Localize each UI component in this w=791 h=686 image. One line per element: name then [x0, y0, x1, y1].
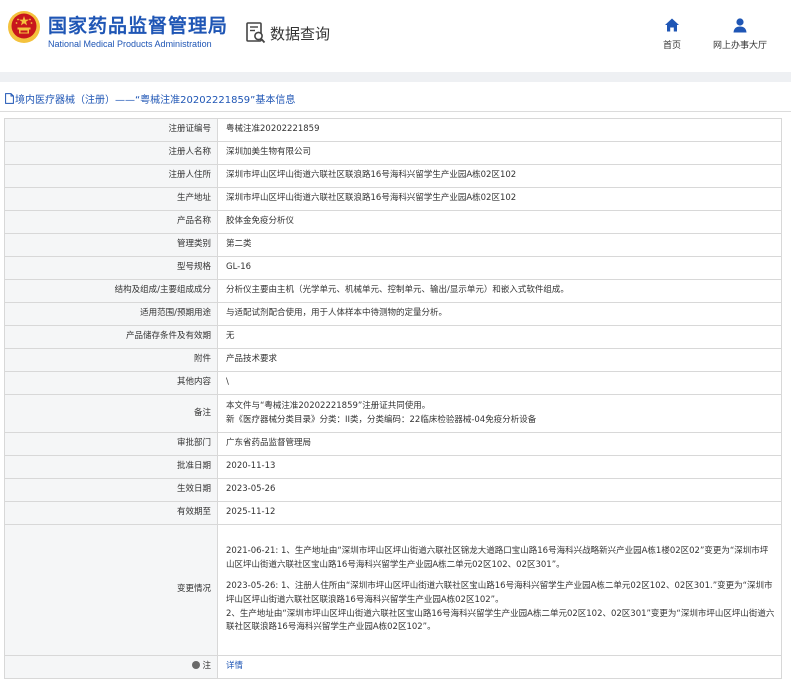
field-label: 生效日期 [4, 478, 218, 502]
field-label: 注 [202, 661, 211, 672]
field-label: 生产地址 [4, 187, 218, 211]
user-icon [733, 18, 747, 33]
field-label: 注册人住所 [4, 164, 218, 188]
field-value: 本文件与“粤械注准20202221859”注册证共同使用。 新《医疗器械分类目录… [217, 394, 782, 433]
field-label: 有效期至 [4, 501, 218, 525]
nav-home-label: 首页 [662, 41, 681, 51]
field-label: 型号规格 [4, 256, 218, 280]
field-value: 深圳加美生物有限公司 [217, 141, 782, 165]
field-label: 产品储存条件及有效期 [4, 325, 218, 349]
note-label-cell: 注 [4, 655, 218, 679]
table-row: 注册证编号 粤械注准20202221859 [4, 118, 782, 142]
table-row: 变更情况 2021-06-21: 1、生产地址由“深圳市坪山区坪山街道六联社区锦… [4, 524, 782, 656]
field-value: GL-16 [217, 256, 782, 280]
table-row: 注册人名称 深圳加美生物有限公司 [4, 141, 782, 165]
field-label: 产品名称 [4, 210, 218, 234]
nav-home-link[interactable]: 首页 [657, 17, 687, 57]
data-query-icon [246, 22, 266, 44]
field-label: 结构及组成/主要组成成分 [4, 279, 218, 303]
table-row: 产品名称 胶体金免疫分析仪 [4, 210, 782, 234]
agency-name-cn: 国家药品监督管理局 [48, 15, 229, 37]
table-row: 型号规格 GL-16 [4, 256, 782, 280]
nav-online-hall-link[interactable]: 网上办事大厅 [710, 17, 770, 57]
site-header: 国家药品监督管理局 National Medical Products Admi… [0, 0, 791, 72]
document-icon [5, 93, 14, 104]
field-value: 无 [217, 325, 782, 349]
table-row: 其他内容 \ [4, 371, 782, 395]
remark-line: 新《医疗器械分类目录》分类：II类，分类编码：22临床检验器械-04免疫分析设备 [226, 414, 537, 425]
field-value: 分析仪主要由主机（光学单元、机械单元、控制单元、输出/显示单元）和嵌入式软件组成… [217, 279, 782, 303]
table-row: 备注 本文件与“粤械注准20202221859”注册证共同使用。 新《医疗器械分… [4, 394, 782, 433]
table-row: 结构及组成/主要组成成分 分析仪主要由主机（光学单元、机械单元、控制单元、输出/… [4, 279, 782, 303]
field-label: 批准日期 [4, 455, 218, 479]
field-value: 粤械注准20202221859 [217, 118, 782, 142]
note-bullet-icon [192, 661, 201, 670]
field-label: 管理类别 [4, 233, 218, 257]
field-value: 第二类 [217, 233, 782, 257]
field-value: 深圳市坪山区坪山街道六联社区联浪路16号海科兴留学生产业园A栋02区102 [217, 187, 782, 211]
field-value: 与适配试剂配合使用，用于人体样本中待测物的定量分析。 [217, 302, 782, 326]
field-label: 变更情况 [4, 524, 218, 656]
field-label: 附件 [4, 348, 218, 372]
agency-name-en: National Medical Products Administration [48, 39, 212, 49]
table-row: 生产地址 深圳市坪山区坪山街道六联社区联浪路16号海科兴留学生产业园A栋02区1… [4, 187, 782, 211]
table-row: 注册人住所 深圳市坪山区坪山街道六联社区联浪路16号海科兴留学生产业园A栋02区… [4, 164, 782, 188]
section-title: 数据查询 [270, 25, 331, 43]
home-icon [665, 18, 679, 32]
field-label: 其他内容 [4, 371, 218, 395]
table-row: 适用范围/预期用途 与适配试剂配合使用，用于人体样本中待测物的定量分析。 [4, 302, 782, 326]
record-title: 境内医疗器械（注册）——“粤械注准20202221859”基本信息 [15, 95, 296, 106]
national-emblem-icon [8, 11, 40, 43]
field-value: 广东省药品监督管理局 [217, 432, 782, 456]
device-info-table: 注册证编号 粤械注准20202221859 注册人名称 深圳加美生物有限公司 注… [4, 118, 782, 679]
table-row: 注 详情 [4, 655, 782, 679]
change-entry: 2021-06-21: 1、生产地址由“深圳市坪山区坪山街道六联社区锦龙大道路口… [226, 546, 769, 570]
field-value: 胶体金免疫分析仪 [217, 210, 782, 234]
field-label: 审批部门 [4, 432, 218, 456]
field-value: 详情 [217, 655, 782, 679]
field-value: 产品技术要求 [217, 348, 782, 372]
table-row: 管理类别 第二类 [4, 233, 782, 257]
change-entry: 2、生产地址由“深圳市坪山区坪山街道六联社区宝山路16号海科兴留学生产业园A栋二… [226, 608, 775, 633]
table-row: 生效日期 2023-05-26 [4, 478, 782, 502]
header-divider-bar [0, 72, 791, 82]
table-row: 附件 产品技术要求 [4, 348, 782, 372]
field-value: 2025-11-12 [217, 501, 782, 525]
field-label: 备注 [4, 394, 218, 433]
record-title-bar: 境内医疗器械（注册）——“粤械注准20202221859”基本信息 [0, 87, 791, 112]
field-label: 注册证编号 [4, 118, 218, 142]
field-value: 深圳市坪山区坪山街道六联社区联浪路16号海科兴留学生产业园A栋02区102 [217, 164, 782, 188]
field-label: 适用范围/预期用途 [4, 302, 218, 326]
change-spacer [226, 572, 775, 580]
table-row: 审批部门 广东省药品监督管理局 [4, 432, 782, 456]
change-entry: 2023-05-26: 1、注册人住所由“深圳市坪山区坪山街道六联社区宝山路16… [226, 581, 773, 605]
field-value: \ [217, 371, 782, 395]
table-row: 批准日期 2020-11-13 [4, 455, 782, 479]
field-value: 2023-05-26 [217, 478, 782, 502]
nav-online-hall-label: 网上办事大厅 [712, 41, 767, 51]
table-row: 有效期至 2025-11-12 [4, 501, 782, 525]
field-value: 2020-11-13 [217, 455, 782, 479]
details-link[interactable]: 详情 [226, 661, 243, 671]
table-row: 产品储存条件及有效期 无 [4, 325, 782, 349]
remark-line: 本文件与“粤械注准20202221859”注册证共同使用。 [226, 400, 431, 411]
field-value: 2021-06-21: 1、生产地址由“深圳市坪山区坪山街道六联社区锦龙大道路口… [217, 524, 782, 656]
field-label: 注册人名称 [4, 141, 218, 165]
